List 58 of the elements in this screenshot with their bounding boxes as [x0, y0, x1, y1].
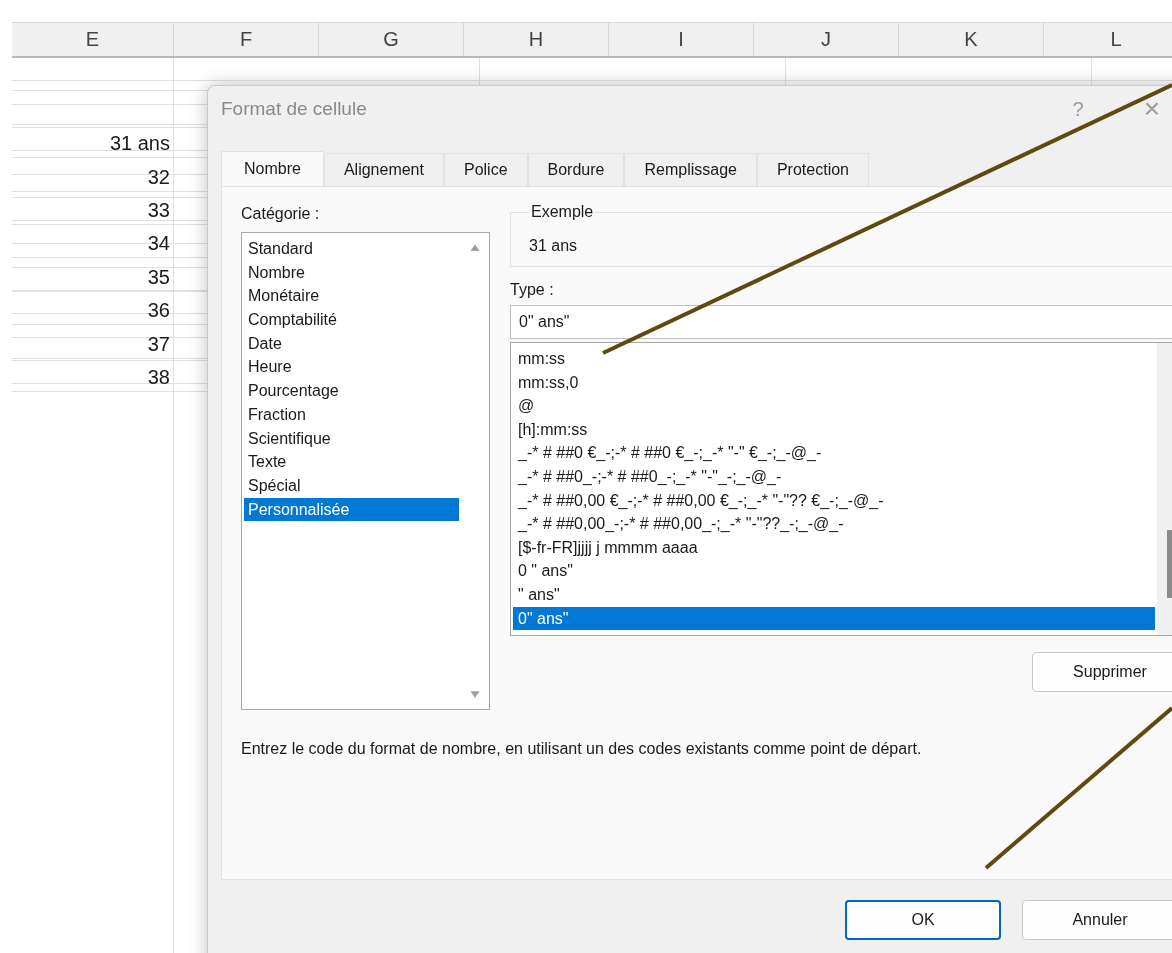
- category-label: Catégorie :: [241, 205, 321, 223]
- column-header[interactable]: E: [12, 23, 173, 56]
- list-item[interactable]: _-* # ##0_-;-* # ##0_-;_-* "-"_-;_-@_-: [513, 464, 1155, 489]
- list-item[interactable]: @: [513, 394, 1155, 418]
- tab[interactable]: Police: [443, 153, 528, 186]
- table-cell-text: 32: [147, 165, 171, 190]
- list-item[interactable]: _-* # ##0,00 €_-;-* # ##0,00 €_-;_-* "-"?? €_-;_-@_-: [513, 488, 1155, 513]
- list-item[interactable]: Scientifique: [244, 426, 459, 451]
- list-item[interactable]: Heure: [244, 355, 459, 380]
- table-cell-text: 34: [147, 232, 171, 257]
- list-item[interactable]: [$-fr-FR]jjjj j mmmm aaaa: [513, 535, 1155, 560]
- table-cell-text: 37: [147, 332, 171, 357]
- column-header[interactable]: H: [463, 23, 608, 56]
- table-cell-text: 38: [147, 365, 171, 390]
- list-item[interactable]: mm:ss: [513, 347, 1155, 371]
- list-item[interactable]: Standard: [244, 237, 459, 261]
- list-item[interactable]: Date: [244, 331, 459, 356]
- list-item[interactable]: Spécial: [244, 473, 459, 498]
- list-item[interactable]: 0" ans": [513, 606, 1155, 631]
- type-label: Type :: [510, 281, 555, 299]
- list-item[interactable]: Fraction: [244, 402, 459, 427]
- list-item[interactable]: Pourcentage: [244, 379, 459, 403]
- table-cell-text: 33: [147, 198, 171, 223]
- table-cell-text: 31 ans: [109, 132, 171, 157]
- scroll-up-icon[interactable]: [469, 243, 481, 252]
- column-header[interactable]: G: [318, 23, 463, 56]
- table-cell-text: 36: [147, 299, 171, 324]
- column-header[interactable]: L: [1043, 23, 1172, 56]
- tab[interactable]: Bordure: [527, 153, 625, 186]
- list-item[interactable]: _-* # ##0,00_-;-* # ##0,00_-;_-* "-"??_-;_-@_-: [513, 512, 1155, 536]
- column-header[interactable]: J: [753, 23, 898, 56]
- list-item[interactable]: Comptabilité: [244, 308, 459, 332]
- list-item[interactable]: Personnalisée: [244, 497, 459, 522]
- tab[interactable]: Protection: [756, 153, 869, 186]
- list-item[interactable]: [h]:mm:ss: [513, 417, 1155, 442]
- tab[interactable]: Alignement: [323, 153, 444, 186]
- cancel-button[interactable]: Annuler: [1022, 900, 1172, 940]
- scroll-down-icon[interactable]: [469, 690, 481, 699]
- list-item[interactable]: " ans": [513, 582, 1155, 607]
- delete-button[interactable]: Supprimer: [1032, 652, 1172, 692]
- tab[interactable]: Nombre: [221, 151, 324, 186]
- ok-button[interactable]: OK: [845, 900, 1001, 940]
- list-item[interactable]: mm:ss,0: [513, 370, 1155, 395]
- list-item[interactable]: Monétaire: [244, 284, 459, 309]
- sample-value: 31 ans: [529, 237, 579, 255]
- list-item[interactable]: Nombre: [244, 260, 459, 285]
- group-label: Exemple: [530, 203, 595, 221]
- list-item[interactable]: Texte: [244, 450, 459, 474]
- column-header[interactable]: F: [173, 23, 318, 56]
- column-header[interactable]: I: [608, 23, 753, 56]
- window-title: Format de cellule: [221, 98, 368, 120]
- column-header[interactable]: K: [898, 23, 1043, 56]
- list-item[interactable]: _-* # ##0 €_-;-* # ##0 €_-;_-* "-" €_-;_-@_-: [513, 441, 1155, 465]
- description-text: Entrez le code du format de nombre, en utilisant un des codes existants comme point de départ.: [241, 740, 923, 758]
- type-field[interactable]: 0" ans": [510, 305, 1172, 339]
- tab[interactable]: Remplissage: [624, 153, 757, 186]
- table-cell-text: 35: [147, 265, 171, 290]
- list-item[interactable]: 0 " ans": [513, 559, 1155, 583]
